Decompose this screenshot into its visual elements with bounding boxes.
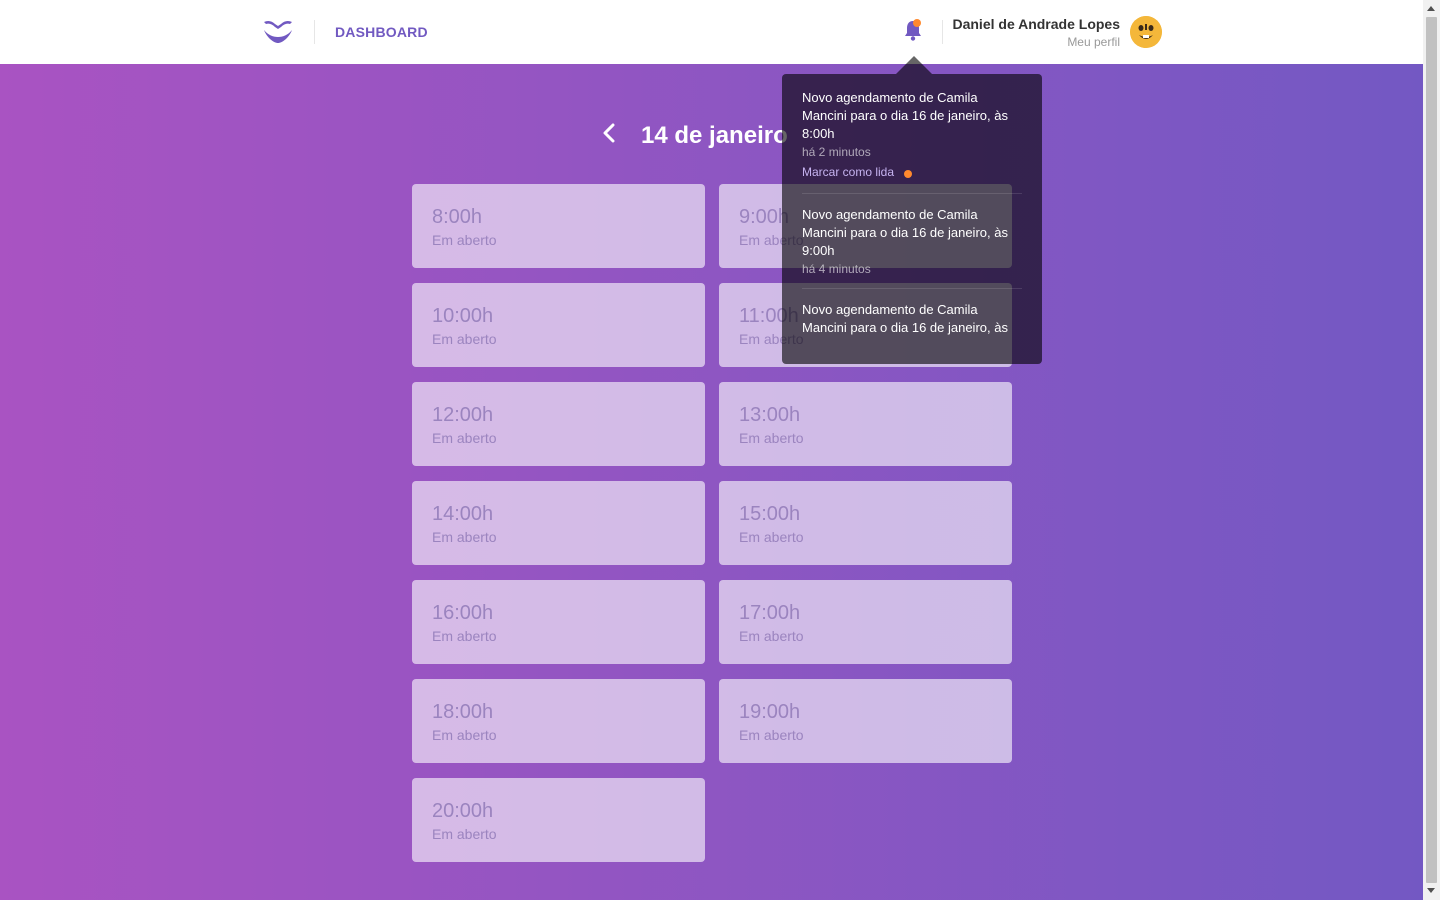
notification-time: há 2 minutos	[802, 145, 871, 159]
scroll-up-arrow-icon[interactable]	[1427, 6, 1435, 11]
notification-item: Novo agendamento de Camila Mancini para …	[802, 89, 1022, 194]
slot-status: Em aberto	[432, 529, 497, 545]
slot-status: Em aberto	[432, 727, 497, 743]
unread-badge	[913, 19, 921, 27]
schedule-slot[interactable]: 8:00h Em aberto	[412, 184, 705, 268]
vertical-scrollbar[interactable]	[1423, 0, 1440, 900]
slot-time: 20:00h	[432, 800, 494, 822]
chevron-left-icon[interactable]	[600, 122, 618, 144]
slot-time: 18:00h	[432, 701, 494, 723]
slot-status: Em aberto	[739, 529, 804, 545]
notification-time: há 4 minutos	[802, 262, 871, 276]
notification-text: Novo agendamento de Camila Mancini para …	[802, 207, 1008, 258]
notification-item: Novo agendamento de Camila Mancini para …	[802, 206, 1022, 289]
notification-text: Novo agendamento de Camila Mancini para …	[802, 90, 1008, 141]
slot-time: 19:00h	[739, 701, 801, 723]
slot-time: 10:00h	[432, 305, 494, 327]
date-title: 14 de janeiro	[641, 122, 788, 149]
schedule-slot[interactable]: 16:00h Em aberto	[412, 580, 705, 664]
slot-status: Em aberto	[432, 430, 497, 446]
slot-time: 13:00h	[739, 404, 801, 426]
slot-time: 8:00h	[432, 206, 483, 228]
logo-divider	[314, 20, 315, 44]
slot-status: Em aberto	[739, 628, 804, 644]
schedule-slot[interactable]: 17:00h Em aberto	[719, 580, 1012, 664]
user-name: Daniel de Andrade Lopes	[952, 16, 1120, 32]
slot-status: Em aberto	[432, 331, 497, 347]
slot-status: Em aberto	[432, 232, 497, 248]
slot-time: 15:00h	[739, 503, 801, 525]
profile-link[interactable]: Meu perfil	[1067, 35, 1120, 49]
scroll-thumb[interactable]	[1426, 17, 1437, 883]
profile-divider	[942, 20, 943, 44]
schedule-slot[interactable]: 13:00h Em aberto	[719, 382, 1012, 466]
slot-status: Em aberto	[432, 628, 497, 644]
avatar[interactable]	[1130, 16, 1162, 48]
slot-status: Em aberto	[432, 826, 497, 842]
slot-time: 12:00h	[432, 404, 494, 426]
dashboard-nav-link[interactable]: DASHBOARD	[335, 24, 428, 40]
slot-status: Em aberto	[739, 430, 804, 446]
slot-status: Em aberto	[739, 727, 804, 743]
schedule-slot[interactable]: 10:00h Em aberto	[412, 283, 705, 367]
mustache-logo-icon[interactable]	[262, 18, 294, 46]
top-navbar: DASHBOARD Daniel de Andrade Lopes Meu pe…	[0, 0, 1423, 64]
schedule-slot[interactable]: 14:00h Em aberto	[412, 481, 705, 565]
schedule-slot[interactable]: 20:00h Em aberto	[412, 778, 705, 862]
schedule-slot[interactable]: 12:00h Em aberto	[412, 382, 705, 466]
slot-time: 16:00h	[432, 602, 494, 624]
slot-time: 14:00h	[432, 503, 494, 525]
slot-time: 17:00h	[739, 602, 801, 624]
schedule-slot[interactable]: 19:00h Em aberto	[719, 679, 1012, 763]
mark-as-read-button[interactable]: Marcar como lida	[802, 165, 913, 179]
scroll-down-arrow-icon[interactable]	[1427, 888, 1435, 893]
schedule-slot[interactable]: 18:00h Em aberto	[412, 679, 705, 763]
notifications-popover-arrow	[896, 56, 932, 74]
notification-item: Novo agendamento de Camila Mancini para …	[802, 301, 1022, 349]
notifications-popover: Novo agendamento de Camila Mancini para …	[782, 74, 1042, 364]
schedule-slot[interactable]: 15:00h Em aberto	[719, 481, 1012, 565]
notification-text: Novo agendamento de Camila Mancini para …	[802, 302, 1008, 335]
